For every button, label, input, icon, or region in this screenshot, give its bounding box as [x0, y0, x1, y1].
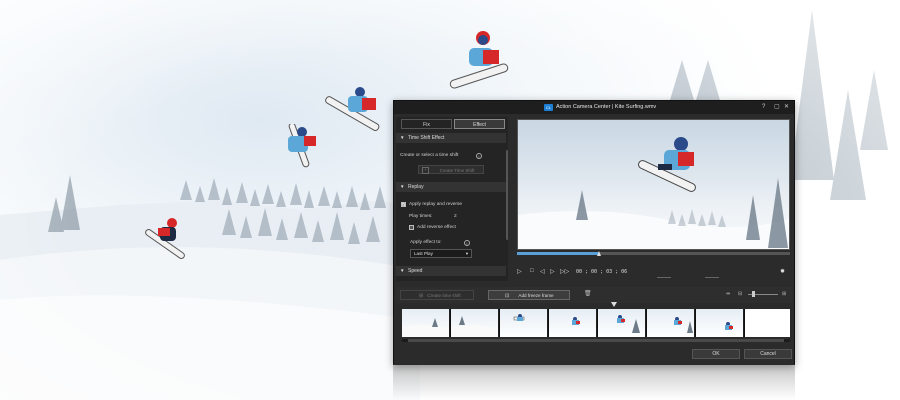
- play-times-value[interactable]: 2: [454, 214, 457, 219]
- apply-replay-label: Apply replay and reverse: [409, 202, 463, 207]
- apply-effect-label: Apply effect to:: [410, 240, 442, 245]
- transport-controls: ▷ □ ◁ ▷ ▷▷ 00 ; 00 ; 03 ; 06 ✹: [514, 268, 794, 280]
- time-shift-section-header[interactable]: ▼ Time Shift Effect: [396, 133, 506, 143]
- filmstrip-frame: [500, 309, 548, 337]
- trash-icon[interactable]: 🗑: [584, 290, 592, 297]
- apply-replay-checkbox[interactable]: ✓: [401, 202, 406, 207]
- prev-frame-icon[interactable]: ◁: [540, 268, 545, 275]
- dropdown-value: Last Play: [414, 251, 433, 256]
- button-label: Create time shift: [427, 293, 461, 298]
- snowboarder-figure: [145, 218, 185, 259]
- timeline-toolbar: ⊞ Create time shift ⊡ Add freeze frame 🗑…: [396, 287, 792, 303]
- zoom-in-icon[interactable]: ⊞: [782, 291, 786, 297]
- preview-frame: [518, 137, 789, 249]
- create-time-shift-button[interactable]: + Create Time Shift: [418, 165, 484, 174]
- filmstrip-frame: [647, 309, 695, 337]
- zoom-out-icon[interactable]: ⊟: [738, 291, 742, 297]
- create-time-shift-toolbar-button[interactable]: ⊞ Create time shift: [400, 290, 474, 300]
- play-times-label: Play times:: [409, 214, 433, 219]
- add-freeze-frame-button[interactable]: ⊡ Add freeze frame: [488, 290, 570, 300]
- button-label: Add freeze frame: [518, 293, 554, 298]
- fit-timeline-icon[interactable]: ⇹: [726, 291, 730, 297]
- ok-button[interactable]: OK: [692, 349, 740, 359]
- next-frame-icon[interactable]: ▷: [550, 268, 555, 275]
- replay-section-header[interactable]: ▼ Replay: [396, 182, 506, 192]
- collapse-icon: ▼: [400, 135, 405, 140]
- seek-bar[interactable]: [517, 251, 790, 256]
- info-icon[interactable]: i: [464, 240, 470, 246]
- section-title: Replay: [408, 184, 424, 190]
- settings-icon[interactable]: ✹: [780, 268, 785, 275]
- tab-fix[interactable]: Fix: [401, 119, 452, 129]
- mark-line: [657, 277, 671, 278]
- timecode: 00 ; 00 ; 03 ; 06: [576, 269, 628, 275]
- collapse-icon: ▼: [400, 268, 405, 273]
- filmstrip-frame: [696, 309, 744, 337]
- app-logo-icon: CL: [544, 104, 553, 111]
- minimize-icon[interactable]: ▢: [774, 101, 780, 114]
- play-icon[interactable]: ▷: [517, 268, 522, 275]
- plus-icon: +: [422, 167, 429, 174]
- seek-progress: [517, 252, 599, 255]
- panel-scrollbar[interactable]: [506, 150, 508, 240]
- mark-line: [705, 277, 719, 278]
- filmstrip[interactable]: [402, 309, 790, 337]
- section-title: Time Shift Effect: [408, 135, 445, 141]
- add-reverse-checkbox[interactable]: [409, 225, 414, 230]
- filmstrip-frame: [402, 309, 450, 337]
- title-bar[interactable]: CL Action Camera Center | Kite Surfing.w…: [394, 101, 794, 114]
- window-title: Action Camera Center | Kite Surfing.wmv: [556, 104, 657, 110]
- collapse-icon: ▼: [400, 184, 405, 189]
- filmstrip-frame: [549, 309, 597, 337]
- snowboarder-figure: [325, 87, 380, 131]
- cancel-button[interactable]: Cancel: [744, 349, 792, 359]
- window-reflection: [393, 364, 795, 400]
- button-label: Create Time Shift: [439, 168, 475, 173]
- apply-effect-dropdown[interactable]: Last Play ▼: [410, 249, 472, 258]
- plus-icon: ⊞: [419, 293, 424, 299]
- chevron-down-icon: ▼: [465, 251, 469, 256]
- filmstrip-frame: [745, 309, 790, 337]
- zoom-slider-handle[interactable]: [752, 291, 755, 297]
- tab-bar: Fix Effect: [401, 119, 505, 130]
- info-icon[interactable]: i: [476, 153, 482, 159]
- snowboarder-figure: [449, 31, 509, 89]
- stop-icon[interactable]: □: [530, 268, 534, 274]
- tab-effect[interactable]: Effect: [454, 119, 505, 129]
- timeline-scrollbar[interactable]: [402, 339, 790, 342]
- close-icon[interactable]: ✕: [784, 101, 789, 114]
- timeline-playhead[interactable]: [611, 302, 617, 307]
- section-title: Speed: [408, 268, 423, 274]
- fast-forward-icon[interactable]: ▷▷: [560, 268, 569, 275]
- seek-handle[interactable]: [597, 251, 601, 256]
- scrollbar-thumb[interactable]: [408, 339, 784, 342]
- settings-panel: Fix Effect ▼ Time Shift Effect Create or…: [396, 117, 508, 281]
- freeze-frame-icon: ⊡: [505, 293, 510, 299]
- action-camera-center-window: CL Action Camera Center | Kite Surfing.w…: [393, 100, 795, 365]
- create-select-label: Create or select a time shift: [400, 153, 459, 158]
- speed-section-header[interactable]: ▼ Speed: [396, 266, 506, 276]
- filmstrip-frame: [598, 309, 646, 337]
- snowboarder-figure: [288, 124, 316, 168]
- filmstrip-frame: [451, 309, 499, 337]
- video-preview: [517, 119, 790, 250]
- help-icon[interactable]: ?: [762, 101, 765, 114]
- add-reverse-label: Add reverse effect: [417, 225, 456, 230]
